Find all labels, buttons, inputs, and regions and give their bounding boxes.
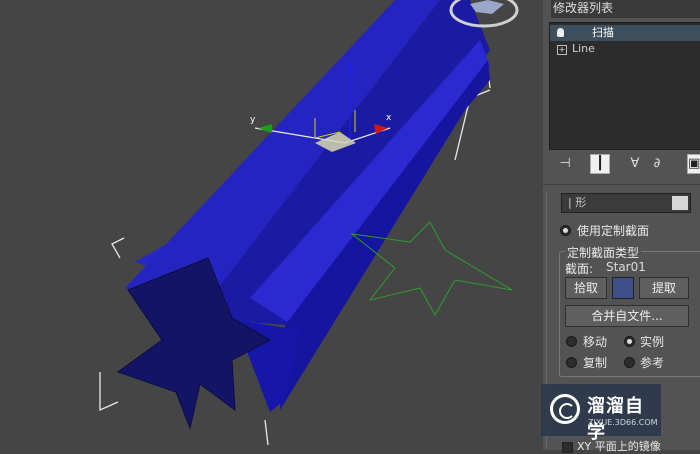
perspective-viewport[interactable]: y x [0, 0, 543, 450]
mirror-xy-checkbox[interactable] [562, 442, 573, 453]
move-label: 移动 [583, 335, 608, 349]
stack-item-label: 扫描 [592, 26, 614, 39]
dropdown-value: | 形 [568, 196, 587, 209]
stack-item-sweep[interactable]: 扫描 [550, 25, 700, 41]
bulb-icon[interactable] [557, 28, 564, 37]
configure-modifier-sets-icon[interactable]: ▣ [687, 154, 700, 174]
reference-radio[interactable] [624, 357, 635, 368]
gizmo-x-label: x [386, 113, 392, 123]
extract-button[interactable]: 提取 [639, 277, 689, 299]
instance-radio[interactable] [624, 336, 635, 347]
modify-panel: 修改器列表 扫描 + Line ⊣ ┃ ∀ ∂ ▣ | 形 使用定制截面 定制截… [543, 0, 700, 453]
section-label: 截面: [565, 262, 594, 276]
sweep-object [116, 0, 490, 430]
stack-item-label: Line [572, 42, 595, 55]
modifier-stack[interactable]: 扫描 + Line [549, 22, 700, 150]
use-custom-section-label: 使用定制截面 [577, 224, 650, 238]
pin-stack-icon[interactable]: ⊣ [555, 154, 575, 174]
builtin-section-dropdown[interactable]: | 形 [561, 193, 691, 213]
pick-button[interactable]: 拾取 [565, 277, 607, 299]
copy-radio[interactable] [566, 357, 577, 368]
gizmo-y-label: y [250, 115, 256, 125]
viewport-scene: y x [99, 0, 519, 446]
show-end-result-icon[interactable]: ┃ [590, 154, 610, 174]
chevron-down-icon [672, 196, 688, 210]
logo-icon [550, 394, 580, 424]
move-radio[interactable] [566, 336, 577, 347]
stack-item-line[interactable]: + Line [550, 41, 700, 57]
merge-from-file-button[interactable]: 合并自文件... [565, 305, 689, 327]
watermark-url: ZIXUE.3D66.COM [588, 418, 658, 427]
make-unique-icon[interactable]: ∀ [625, 154, 645, 174]
use-custom-section-radio[interactable] [560, 225, 571, 236]
copy-label: 复制 [583, 356, 608, 370]
modifier-list-dropdown[interactable]: 修改器列表 [551, 0, 700, 18]
remove-modifier-icon[interactable]: ∂ [647, 154, 667, 174]
reference-label: 参考 [640, 356, 665, 370]
section-value: Star01 [606, 260, 646, 274]
watermark: 溜溜自学 ZIXUE.3D66.COM [541, 384, 661, 443]
instance-label: 实例 [640, 335, 665, 349]
divider [543, 184, 700, 185]
group-title: 定制截面类型 [565, 244, 642, 261]
plus-icon[interactable]: + [557, 45, 567, 55]
pick-shape-icon[interactable] [612, 277, 634, 299]
stack-toolbar: ⊣ ┃ ∀ ∂ ▣ [549, 152, 700, 176]
